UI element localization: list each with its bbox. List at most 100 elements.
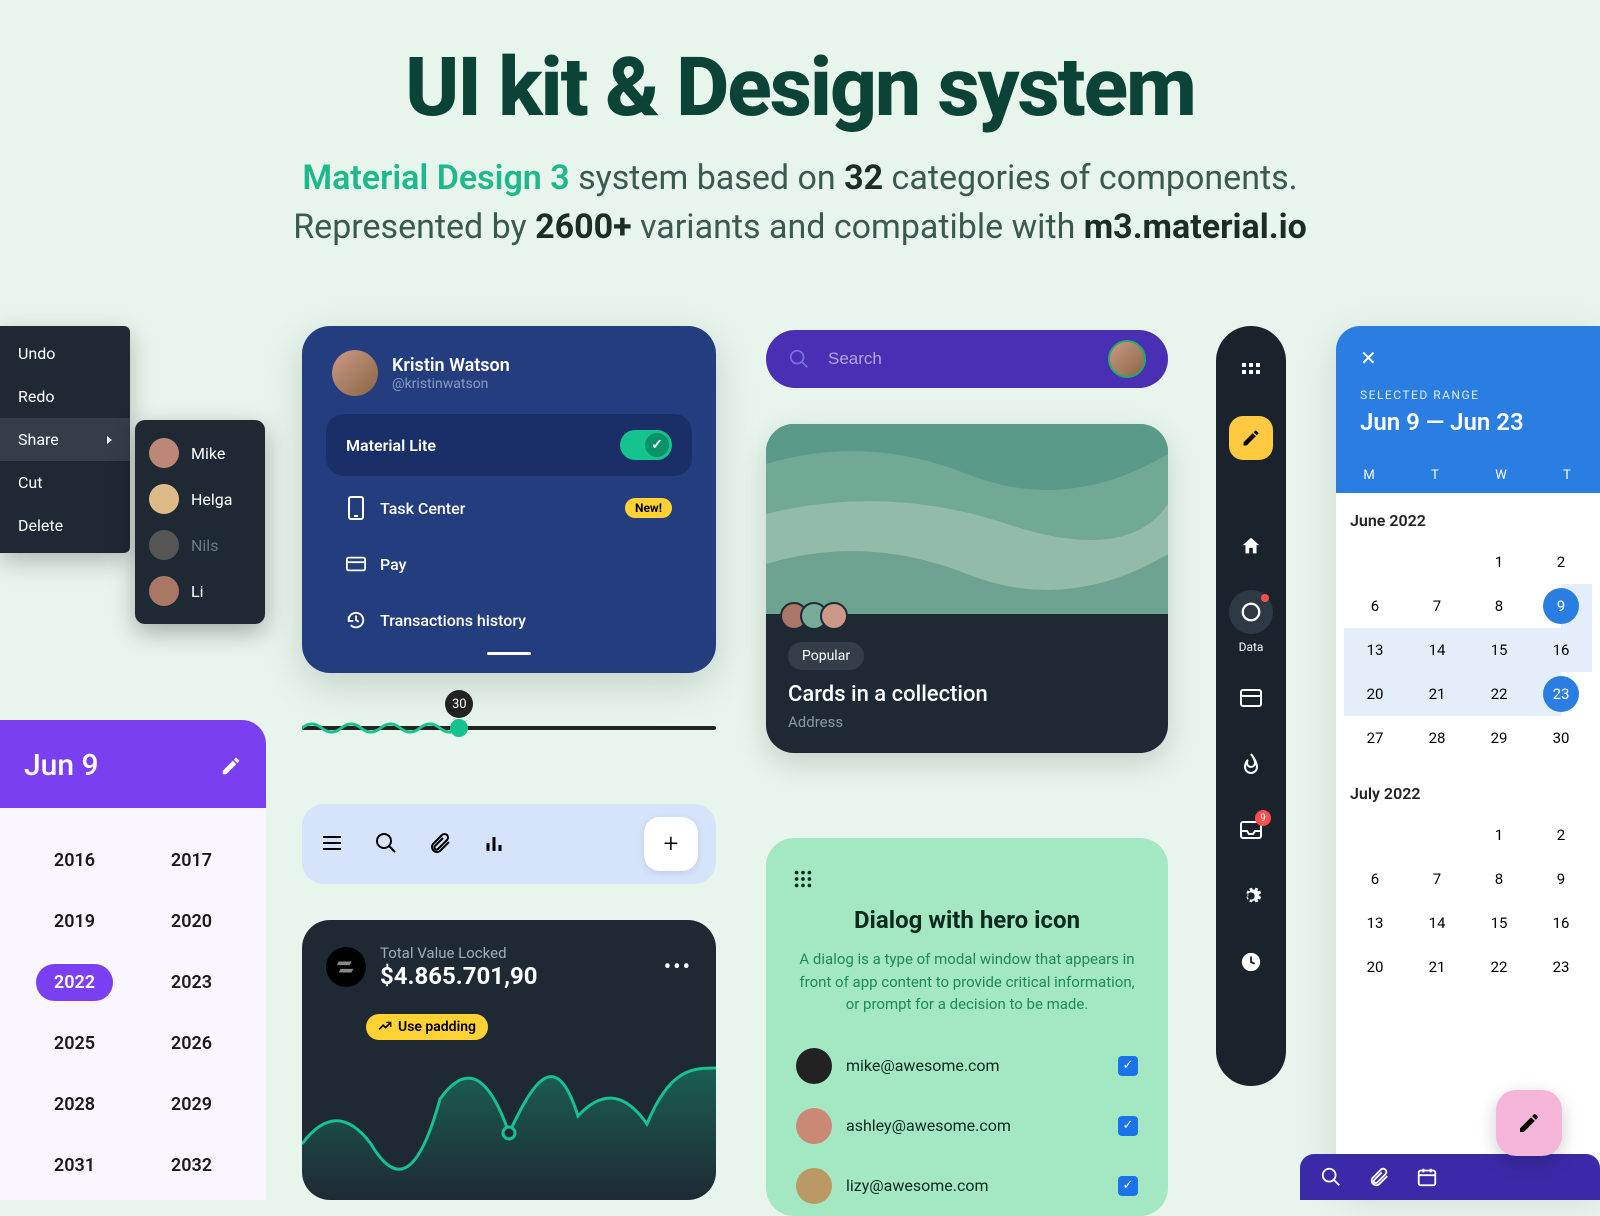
avatar <box>149 438 179 468</box>
card-icon[interactable] <box>1229 676 1273 720</box>
search-icon[interactable] <box>374 831 400 857</box>
avatar <box>149 576 179 606</box>
nav-pay[interactable]: Pay <box>326 540 692 588</box>
avatar <box>796 1168 832 1204</box>
month-label: July 2022 <box>1336 766 1600 807</box>
context-submenu: Mike Helga Nils Li <box>135 420 265 624</box>
collection-card[interactable]: Popular Cards in a collection Address <box>766 424 1168 753</box>
clock-icon[interactable] <box>1229 940 1273 984</box>
ctx-undo[interactable]: Undo <box>0 332 130 375</box>
slider-thumb[interactable] <box>450 719 468 737</box>
apps-icon <box>792 868 1142 890</box>
edit-icon <box>1517 1111 1541 1135</box>
bar-chart-icon[interactable] <box>482 831 508 857</box>
nav-transactions[interactable]: Transactions history <box>326 596 692 644</box>
fire-icon[interactable] <box>1229 742 1273 786</box>
year-cell[interactable]: 2028 <box>16 1086 133 1123</box>
avatar[interactable] <box>332 350 378 396</box>
dialog-user-row[interactable]: ashley@awesome.com✓ <box>792 1096 1142 1156</box>
dialog-description: A dialog is a type of modal window that … <box>792 948 1142 1016</box>
year-cell[interactable]: 2016 <box>16 842 133 879</box>
card-icon <box>346 554 366 574</box>
checkbox-checked[interactable]: ✓ <box>1118 1116 1138 1136</box>
range-start: 9 <box>1543 588 1579 624</box>
year-cell[interactable]: 2025 <box>16 1025 133 1062</box>
profile-name: Kristin Watson <box>392 355 510 376</box>
year-cell[interactable]: 2017 <box>133 842 250 879</box>
dialog-user-row[interactable]: lizy@awesome.com✓ <box>792 1156 1142 1216</box>
avatar[interactable] <box>1108 340 1146 378</box>
selected-range-value: Jun 9 — Jun 23 <box>1360 408 1576 436</box>
bottom-toolbar: + <box>302 804 716 884</box>
date-range-picker: ✕ SELECTED RANGE Jun 9 — Jun 23 MTWT Jun… <box>1336 326 1600 1186</box>
ctx-user-mike[interactable]: Mike <box>149 430 251 476</box>
year-cell[interactable]: 2032 <box>133 1147 250 1184</box>
chart-card: Total Value Locked $4.865.701,90 ••• Use… <box>302 920 716 1200</box>
avatar <box>149 484 179 514</box>
chart-tooltip: Use padding <box>366 1014 488 1040</box>
fab-edit[interactable] <box>1496 1090 1562 1156</box>
avatar <box>820 602 848 630</box>
checkbox-checked[interactable]: ✓ <box>1118 1176 1138 1196</box>
dialog-card: Dialog with hero icon A dialog is a type… <box>766 838 1168 1216</box>
hero-subtitle: Material Design 3 system based on 32 cat… <box>0 154 1600 253</box>
avatar <box>796 1048 832 1084</box>
hero-title: UI kit & Design system <box>0 40 1600 136</box>
home-icon[interactable] <box>1229 524 1273 568</box>
ctx-user-helga[interactable]: Helga <box>149 476 251 522</box>
ctx-share[interactable]: Share <box>0 418 130 461</box>
apps-icon[interactable] <box>1229 350 1273 394</box>
ctx-redo[interactable]: Redo <box>0 375 130 418</box>
ctx-share-label: Share <box>18 430 59 449</box>
attachment-icon[interactable] <box>428 831 454 857</box>
search-icon[interactable] <box>1320 1166 1342 1188</box>
attachment-icon[interactable] <box>1368 1166 1390 1188</box>
ctx-cut[interactable]: Cut <box>0 461 130 504</box>
ctx-user-nils[interactable]: Nils <box>149 522 251 568</box>
calendar-grid-july: 12 6789 13141516 20212223 <box>1336 807 1600 995</box>
more-icon[interactable]: ••• <box>664 955 692 980</box>
add-button[interactable]: + <box>644 817 698 871</box>
year-cell[interactable]: 2019 <box>16 903 133 940</box>
history-icon <box>346 610 366 630</box>
checkbox-checked[interactable]: ✓ <box>1118 1056 1138 1076</box>
year-cell[interactable]: 2026 <box>133 1025 250 1062</box>
dialog-user-row[interactable]: mike@awesome.com✓ <box>792 1036 1142 1096</box>
nav-task-center[interactable]: Task Center New! <box>326 484 692 532</box>
year-cell[interactable]: 2031 <box>16 1147 133 1184</box>
slider[interactable]: 30 <box>302 726 716 730</box>
edit-icon[interactable] <box>220 755 242 777</box>
year-cell[interactable]: 2020 <box>133 903 250 940</box>
context-menu: Undo Redo Share Cut Delete <box>0 326 130 553</box>
date-title: Jun 9 <box>24 748 99 783</box>
close-icon[interactable]: ✕ <box>1360 346 1576 370</box>
inbox-icon[interactable]: 9 <box>1229 808 1273 852</box>
ctx-delete[interactable]: Delete <box>0 504 130 547</box>
month-label: June 2022 <box>1336 493 1600 534</box>
avatar <box>796 1108 832 1144</box>
search-bar <box>766 330 1168 388</box>
token-icon <box>326 947 366 987</box>
year-cell[interactable]: 2023 <box>133 964 250 1001</box>
ctx-user-li[interactable]: Li <box>149 568 251 614</box>
gear-icon[interactable] <box>1229 874 1273 918</box>
data-icon[interactable] <box>1229 590 1273 634</box>
card-subtitle: Address <box>788 713 1146 731</box>
dialog-title: Dialog with hero icon <box>792 906 1142 934</box>
year-cell-selected[interactable]: 2022 <box>16 964 133 1001</box>
menu-icon[interactable] <box>320 831 346 857</box>
drag-handle[interactable] <box>487 652 531 655</box>
year-cell[interactable]: 2029 <box>133 1086 250 1123</box>
nav-material-lite[interactable]: Material Lite <box>326 414 692 476</box>
rail-label-data: Data <box>1239 640 1264 654</box>
calendar-icon[interactable] <box>1416 1166 1438 1188</box>
avatar <box>149 530 179 560</box>
profile-handle: @kristinwatson <box>392 376 510 392</box>
chevron-right-icon <box>107 436 112 444</box>
edit-button[interactable] <box>1229 416 1273 460</box>
chart-value: $4.865.701,90 <box>380 962 538 990</box>
toggle-switch[interactable] <box>620 430 672 460</box>
year-picker: 20162017 20192020 20222023 20252026 2028… <box>0 808 266 1200</box>
notification-badge: 9 <box>1255 810 1271 826</box>
search-input[interactable] <box>828 349 1090 369</box>
